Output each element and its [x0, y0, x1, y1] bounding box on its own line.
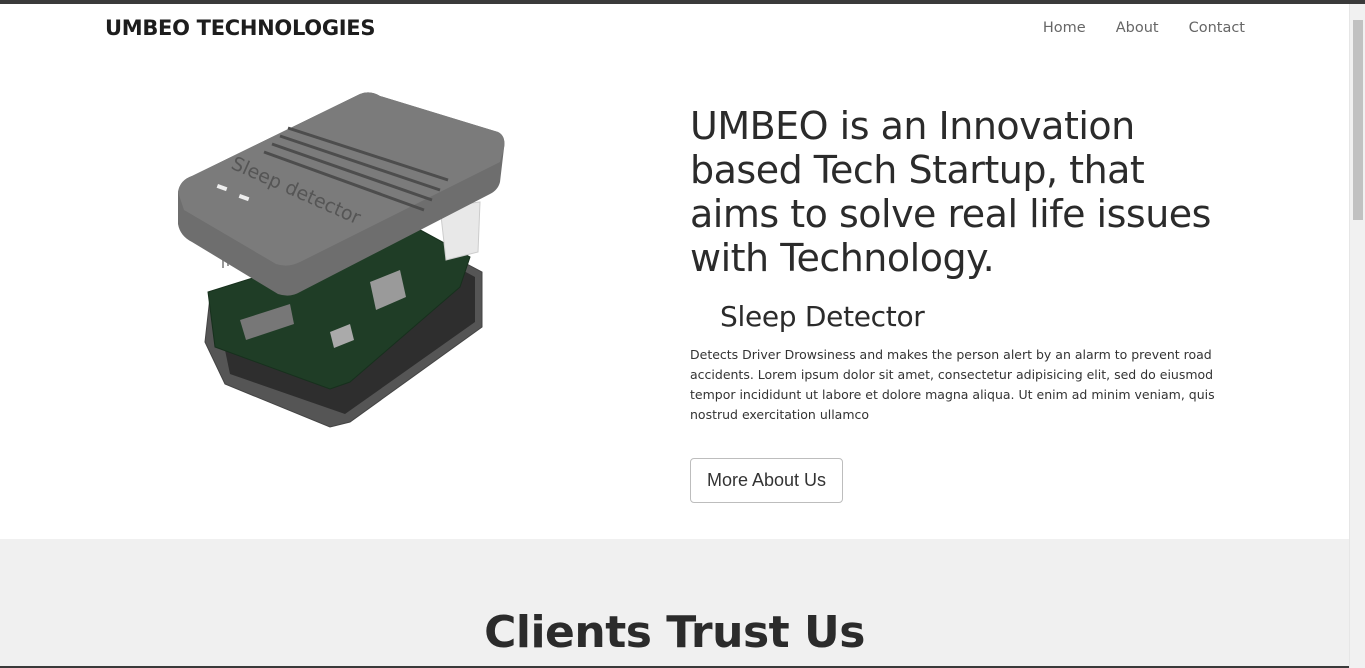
hero-headline: UMBEO is an Innovation based Tech Startu…	[690, 104, 1211, 280]
nav-link-about[interactable]: About	[1116, 20, 1159, 36]
clients-section: Clients Trust Us	[0, 539, 1349, 668]
page: UMBEO TECHNOLOGIES Home About Contact Sl…	[0, 4, 1349, 668]
nav-links: Home About Contact	[1013, 20, 1245, 36]
clients-title: Clients Trust Us	[484, 607, 865, 658]
nav-link-home[interactable]: Home	[1043, 20, 1086, 36]
brand-logo[interactable]: UMBEO TECHNOLOGIES	[105, 16, 375, 40]
vertical-scrollbar[interactable]	[1349, 4, 1365, 668]
hero-text: UMBEO is an Innovation based Tech Startu…	[690, 104, 1230, 503]
product-description: Detects Driver Drowsiness and makes the …	[690, 347, 1215, 422]
nav-link-contact[interactable]: Contact	[1189, 20, 1245, 36]
sleep-detector-device-image: Sleep detector	[178, 92, 505, 428]
product-title: Sleep Detector	[720, 300, 925, 333]
more-about-us-button[interactable]: More About Us	[690, 458, 844, 503]
scrollbar-thumb[interactable]	[1353, 20, 1363, 220]
hero-section: Sleep detector UMBEO is an Innovation ba…	[0, 56, 1349, 539]
navbar: UMBEO TECHNOLOGIES Home About Contact	[0, 4, 1349, 56]
